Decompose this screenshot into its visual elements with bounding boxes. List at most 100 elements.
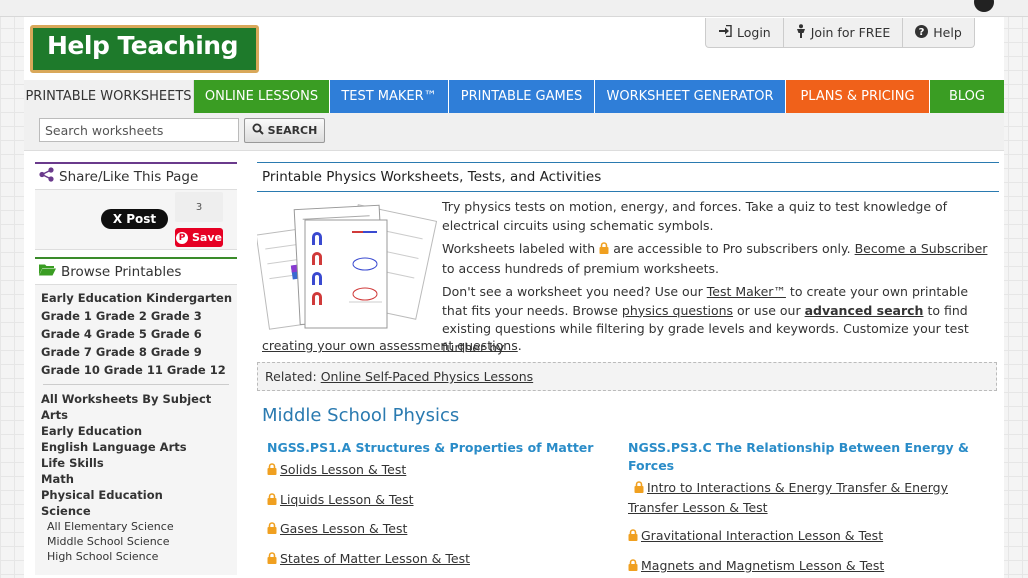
join-label: Join for FREE [810,25,891,40]
search-icon [252,123,264,138]
page-title-text: Printable Physics Worksheets, Tests, and… [262,169,602,185]
lock-icon [631,480,644,499]
subject-item[interactable]: Arts [41,407,231,423]
standard-column: NGSS.PS3.C The Relationship Between Ener… [628,439,973,576]
lesson-link[interactable]: Liquids Lesson & Test [280,492,414,507]
science-subitem[interactable]: Middle School Science [41,534,231,549]
advanced-search-link[interactable]: advanced search [805,303,924,318]
subject-item[interactable]: Physical Education [41,487,231,503]
lesson-link[interactable]: Gravitational Interaction Lesson & Test [641,528,883,543]
intro-text-fragment: are accessible to Pro subscribers only. [613,241,851,256]
lesson-link[interactable]: Gases Lesson & Test [280,521,407,536]
sidebar-divider [43,384,229,385]
science-subitem[interactable]: All Elementary Science [41,519,231,534]
create-questions-link[interactable]: creating your own assessment questions [262,338,518,353]
standard-heading: NGSS.PS1.A Structures & Properties of Ma… [267,440,594,455]
folder-icon [39,263,56,280]
browse-body: Early Education Kindergarten Grade 1 Gra… [35,285,237,575]
search-bar: SEARCH [24,113,1004,151]
intro-paragraph: Try physics tests on motion, energy, and… [442,199,948,233]
svg-text:?: ? [919,27,925,38]
test-maker-link[interactable]: Test Maker™ [707,284,786,299]
help-label: Help [933,25,962,40]
lock-icon [267,521,277,540]
intro-text-fragment: or use our [737,302,801,318]
nav-label: BLOG [948,89,985,104]
share-header: Share/Like This Page [35,162,237,190]
nav-printable-worksheets[interactable]: PRINTABLE WORKSHEETS [24,80,194,113]
lesson-item: States of Matter Lesson & Test [267,550,607,570]
pin-count: 3 [175,192,223,222]
intro-text-fragment: Worksheets labeled with [442,241,596,256]
browser-top-strip [0,0,1028,17]
lock-icon [599,241,609,260]
person-icon [796,24,806,41]
nav-label: WORKSHEET GENERATOR [606,89,774,104]
login-label: Login [737,25,771,40]
lesson-item: Gases Lesson & Test [267,520,607,540]
site-logo[interactable]: Help Teaching [30,25,259,73]
lock-icon [267,492,277,511]
subject-item[interactable]: All Worksheets By Subject [41,391,231,407]
lesson-link[interactable]: States of Matter Lesson & Test [280,551,470,566]
nav-plans-pricing[interactable]: PLANS & PRICING [786,80,930,113]
intro-text-fragment: to access hundreds of premium worksheets… [442,260,719,276]
pinterest-save-button[interactable]: P Save [175,228,223,247]
subject-list: All Worksheets By Subject Arts Early Edu… [41,391,231,564]
main-content: Printable Physics Worksheets, Tests, and… [255,162,999,578]
standard-heading: NGSS.PS3.C The Relationship Between Ener… [628,440,969,473]
lock-icon [267,462,277,481]
nav-online-lessons[interactable]: ONLINE LESSONS [194,80,330,113]
lesson-link[interactable]: Magnets and Magnetism Lesson & Test [641,558,884,573]
login-icon [718,24,732,40]
user-links: Login Join for FREE ? Help [705,18,975,48]
subject-item[interactable]: Life Skills [41,455,231,471]
lesson-item: Liquids Lesson & Test [267,491,607,511]
standard-column: NGSS.PS1.A Structures & Properties of Ma… [267,439,607,569]
nav-label: PRINTABLE GAMES [460,89,583,104]
subject-item[interactable]: Math [41,471,231,487]
pin-save-label: Save [192,231,222,244]
main-nav: PRINTABLE WORKSHEETS ONLINE LESSONS TEST… [24,80,1004,113]
subject-item[interactable]: Science [41,503,231,519]
lock-icon [628,528,638,547]
nav-test-maker[interactable]: TEST MAKER™ [330,80,449,113]
related-link[interactable]: Online Self-Paced Physics Lessons [321,369,533,384]
nav-label: PRINTABLE WORKSHEETS [25,89,192,104]
x-post-button[interactable]: X Post [101,209,168,229]
page-container: Help Teaching Login Join for FREE ? Help… [24,17,1004,578]
help-link[interactable]: ? Help [903,18,974,47]
lesson-link[interactable]: Intro to Interactions & Energy Transfer … [628,480,948,515]
lock-icon [628,558,638,577]
nav-label: TEST MAKER™ [341,89,437,104]
intro-text-fragment: Don't see a worksheet you need? Use our [442,284,703,299]
nav-printable-games[interactable]: PRINTABLE GAMES [449,80,595,113]
browse-title: Browse Printables [61,263,182,280]
grade-row[interactable]: Grade 10 Grade 11 Grade 12 [41,361,231,379]
physics-questions-link[interactable]: physics questions [622,303,733,318]
x-post-label: X Post [112,212,157,226]
join-link[interactable]: Join for FREE [784,18,904,47]
nav-blog[interactable]: BLOG [930,80,1004,113]
search-input[interactable] [39,118,239,142]
lesson-link[interactable]: Solids Lesson & Test [280,462,406,477]
become-subscriber-link[interactable]: Become a Subscriber [855,241,988,256]
section-title: Middle School Physics [262,405,460,426]
nav-label: PLANS & PRICING [800,89,915,104]
subject-item[interactable]: Early Education [41,423,231,439]
science-subitem[interactable]: High School Science [41,549,231,564]
intro-paragraph: Worksheets labeled with are accessible t… [442,240,992,278]
login-link[interactable]: Login [706,18,784,47]
sidebar: Share/Like This Page X Post 3 P Save Bro… [35,162,237,578]
related-label: Related: [265,369,317,384]
nav-worksheet-generator[interactable]: WORKSHEET GENERATOR [595,80,786,113]
worksheet-thumbnail [255,202,438,332]
page-title: Printable Physics Worksheets, Tests, and… [257,162,999,192]
share-icon [39,167,54,186]
subject-item[interactable]: English Language Arts [41,439,231,455]
grade-row[interactable]: Grade 1 Grade 2 Grade 3 [41,307,231,325]
grade-row[interactable]: Early Education Kindergarten [41,289,232,307]
grade-row[interactable]: Grade 7 Grade 8 Grade 9 [41,343,231,361]
search-button[interactable]: SEARCH [244,118,325,143]
grade-row[interactable]: Grade 4 Grade 5 Grade 6 [41,325,231,343]
